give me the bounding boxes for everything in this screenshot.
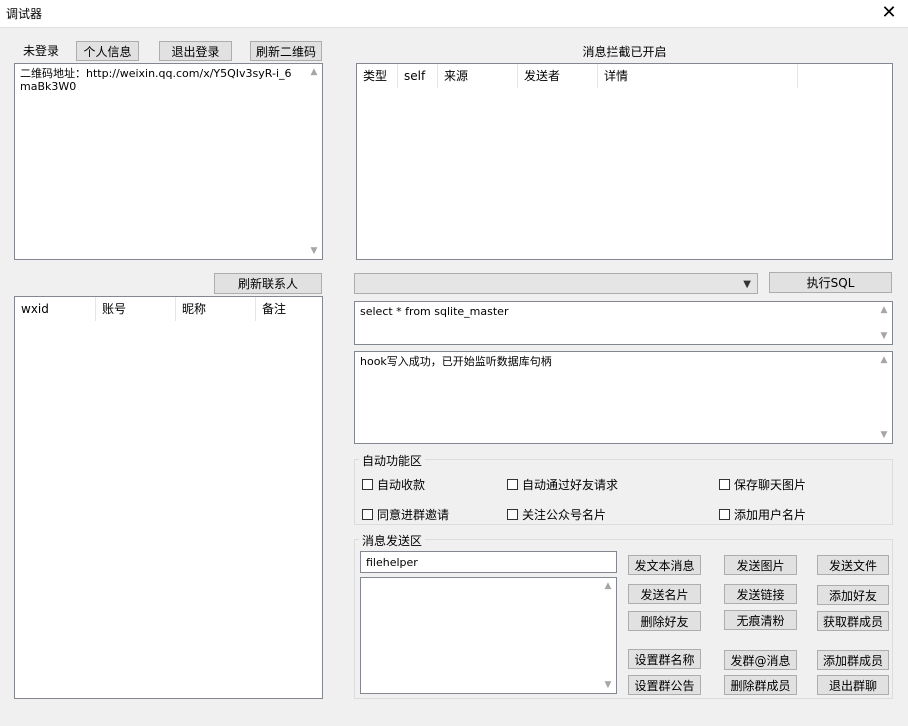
get-group-members-button[interactable]: 获取群成员 [817,611,889,631]
sql-query-input[interactable]: select * from sqlite_master ▲ ▼ [354,301,893,345]
msg-col-type[interactable]: 类型 [357,64,398,88]
set-group-name-button[interactable]: 设置群名称 [628,649,701,669]
remove-group-member-button[interactable]: 删除群成员 [724,675,797,695]
scroll-up-icon[interactable]: ▲ [879,355,889,365]
profile-button[interactable]: 个人信息 [76,41,139,61]
auto-receive-checkbox[interactable]: 自动收款 [362,476,425,493]
send-text-button[interactable]: 发文本消息 [628,555,701,575]
refresh-qr-button[interactable]: 刷新二维码 [250,41,322,61]
contacts-col-remark[interactable]: 备注 [256,297,322,321]
qr-text: 二维码地址：http://weixin.qq.com/x/Y5QIv3syR-i… [20,67,292,93]
set-announcement-button[interactable]: 设置群公告 [628,675,701,695]
send-target-text: filehelper [366,556,418,569]
scroll-down-icon[interactable]: ▼ [603,680,613,690]
msg-col-detail[interactable]: 详情 [598,64,798,88]
contacts-col-wxid[interactable]: wxid [15,297,96,321]
send-file-button[interactable]: 发送文件 [817,555,889,575]
delete-friend-button[interactable]: 删除好友 [628,611,701,631]
logout-button[interactable]: 退出登录 [159,41,232,61]
auto-accept-friend-checkbox[interactable]: 自动通过好友请求 [507,476,618,493]
add-friend-button[interactable]: 添加好友 [817,585,889,605]
messages-list[interactable]: 类型 self 来源 发送者 详情 [356,63,893,260]
scroll-down-icon[interactable]: ▼ [879,331,889,341]
scroll-down-icon[interactable]: ▼ [879,430,889,440]
send-card-button[interactable]: 发送名片 [628,584,701,604]
send-message-scrollbar[interactable]: ▲ ▼ [600,578,616,693]
send-image-button[interactable]: 发送图片 [724,555,797,575]
contacts-col-account[interactable]: 账号 [96,297,176,321]
title-divider [0,27,908,28]
send-group-title: 消息发送区 [359,532,426,549]
qr-scrollbar[interactable]: ▲ ▼ [306,64,322,259]
add-group-member-button[interactable]: 添加群成员 [817,650,889,670]
window-title: 调试器 [6,7,43,21]
qr-textarea[interactable]: 二维码地址：http://weixin.qq.com/x/Y5QIv3syR-i… [14,63,323,260]
accept-group-invite-checkbox[interactable]: 同意进群邀请 [362,506,449,523]
scroll-up-icon[interactable]: ▲ [879,305,889,315]
auto-group-title: 自动功能区 [359,452,426,469]
sql-dropdown[interactable]: ▼ [354,273,758,294]
sql-log-output[interactable]: hook写入成功，已开始监听数据库句柄 ▲ ▼ [354,351,893,444]
send-target-input[interactable]: filehelper [360,551,617,573]
sql-query-scrollbar[interactable]: ▲ ▼ [876,302,892,344]
scroll-down-icon[interactable]: ▼ [309,246,319,256]
refresh-contacts-button[interactable]: 刷新联系人 [214,273,322,294]
title-bar [0,0,908,27]
scroll-up-icon[interactable]: ▲ [603,581,613,591]
login-status: 未登录 [23,44,60,58]
contacts-col-nickname[interactable]: 昵称 [176,297,256,321]
sql-log-text: hook写入成功，已开始监听数据库句柄 [360,355,552,368]
add-user-card-checkbox[interactable]: 添加用户名片 [719,506,806,523]
sql-query-text: select * from sqlite_master [360,305,509,318]
msg-col-source[interactable]: 来源 [438,64,518,88]
intercept-status: 消息拦截已开启 [582,45,667,59]
close-icon[interactable]: ✕ [878,3,900,23]
follow-official-card-checkbox[interactable]: 关注公众号名片 [507,506,606,523]
quit-group-button[interactable]: 退出群聊 [817,675,889,695]
sql-log-scrollbar[interactable]: ▲ ▼ [876,352,892,443]
save-images-checkbox[interactable]: 保存聊天图片 [719,476,806,493]
group-at-message-button[interactable]: 发群@消息 [724,650,797,670]
send-message-input[interactable]: ▲ ▼ [360,577,617,694]
contacts-list[interactable]: wxid 账号 昵称 备注 [14,296,323,699]
execute-sql-button[interactable]: 执行SQL [769,272,892,293]
send-link-button[interactable]: 发送链接 [724,584,797,604]
scroll-up-icon[interactable]: ▲ [309,67,319,77]
msg-col-sender[interactable]: 发送者 [518,64,598,88]
silent-unfriend-button[interactable]: 无痕清粉 [724,610,797,630]
send-message-text [361,578,616,584]
chevron-down-icon: ▼ [743,279,751,290]
msg-col-self[interactable]: self [398,64,438,88]
